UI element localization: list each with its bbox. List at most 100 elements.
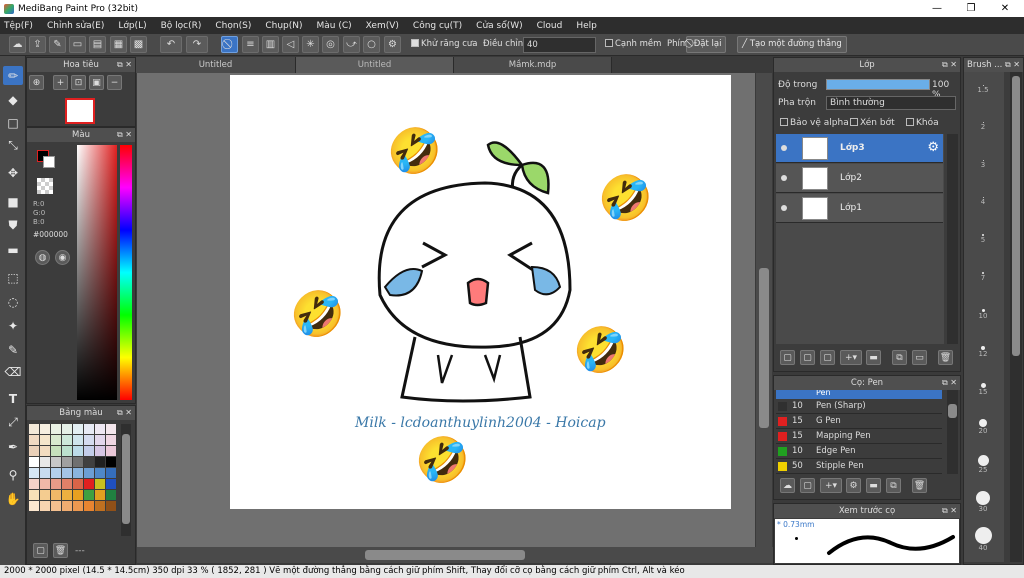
panel-close-icon[interactable]: ⧉ ✕ xyxy=(1005,58,1020,72)
clip-checkbox[interactable]: Xén bớt xyxy=(850,118,895,128)
reset-button[interactable]: ⃠ Đặt lại xyxy=(686,36,727,53)
menu-color[interactable]: Màu (C) xyxy=(317,21,352,31)
color-swatch[interactable] xyxy=(106,457,116,467)
new-8bit-layer-icon[interactable]: ▢ xyxy=(820,350,835,365)
panel-close-icon[interactable]: ⧉ ✕ xyxy=(942,376,957,390)
menu-help[interactable]: Help xyxy=(576,21,597,31)
visibility-icon[interactable] xyxy=(781,145,787,151)
brush-item[interactable]: 15 Mapping Pen xyxy=(776,429,942,444)
menu-window[interactable]: Cửa sổ(W) xyxy=(476,21,522,31)
palette-icon[interactable]: ◍ xyxy=(35,250,50,265)
eraser-tool-icon[interactable]: ◆ xyxy=(3,90,23,109)
layer-item[interactable]: Lớp1 xyxy=(776,194,943,223)
minimize-button[interactable]: — xyxy=(920,0,954,17)
zoom-icon[interactable]: ⊕ xyxy=(29,75,44,90)
select-eraser-icon[interactable]: ⌫ xyxy=(3,362,23,381)
horizontal-scrollbar[interactable] xyxy=(137,547,773,563)
lasso-tool-icon[interactable]: ◌ xyxy=(3,292,23,311)
menu-snap[interactable]: Chụp(N) xyxy=(265,21,302,31)
parallel-snap-icon[interactable]: ≡ xyxy=(242,36,259,53)
share-icon[interactable]: ⇪ xyxy=(29,36,46,53)
dot-tool-icon[interactable]: □ xyxy=(3,113,23,132)
brush-item-selected[interactable]: Pen xyxy=(776,390,942,399)
color-swatch[interactable] xyxy=(84,490,94,500)
saturation-value-picker[interactable] xyxy=(77,145,117,400)
color-swatch[interactable] xyxy=(51,435,61,445)
brush-size-option[interactable]: 30 xyxy=(964,489,1002,513)
select-pen-icon[interactable]: ✎ xyxy=(3,340,23,359)
transparent-color-swatch[interactable] xyxy=(37,178,53,194)
menu-edit[interactable]: Chỉnh sửa(E) xyxy=(47,21,104,31)
color-swatch[interactable] xyxy=(51,490,61,500)
radial-snap-icon[interactable]: ✳ xyxy=(302,36,319,53)
panel-close-icon[interactable]: ⧉ ✕ xyxy=(942,58,957,72)
fit-icon[interactable]: ⊡ xyxy=(71,75,86,90)
brush-size-option[interactable]: 15 xyxy=(964,376,1002,396)
brush-item[interactable]: 10 Edge Pen xyxy=(776,444,942,459)
text-tool-icon[interactable]: T xyxy=(3,389,23,408)
cross-snap-icon[interactable]: ▥ xyxy=(262,36,279,53)
eyedropper-tool-icon[interactable]: ⚲ xyxy=(3,465,23,484)
gear-icon[interactable]: ⚙ xyxy=(927,140,939,155)
color-swatch[interactable] xyxy=(106,468,116,478)
color-swatch[interactable] xyxy=(51,424,61,434)
color-swatch[interactable] xyxy=(29,446,39,456)
opacity-slider[interactable] xyxy=(826,79,930,90)
zoom-in-icon[interactable]: + xyxy=(53,75,68,90)
color-swatch[interactable] xyxy=(73,490,83,500)
color-swatch[interactable] xyxy=(73,468,83,478)
new-halftone-layer-icon[interactable]: ▢ xyxy=(800,350,815,365)
color-swatch[interactable] xyxy=(51,501,61,511)
color-swatch[interactable] xyxy=(29,457,39,467)
color-swatch[interactable] xyxy=(62,457,72,467)
panel-close-icon[interactable]: ⧉ ✕ xyxy=(117,128,132,142)
magic-wand-icon[interactable]: ✦ xyxy=(3,316,23,335)
color-swatch[interactable] xyxy=(40,446,50,456)
drawing-canvas[interactable]: 🤣 🤣 🤣 🤣 🤣 Milk - lcdoanthuylinh2004 - Ho… xyxy=(230,75,731,509)
brush-scrollbar[interactable] xyxy=(947,390,958,474)
menu-view[interactable]: Xem(V) xyxy=(366,21,399,31)
color-swatch[interactable] xyxy=(62,501,72,511)
color-picker-icon[interactable]: ◉ xyxy=(55,250,70,265)
color-swatch[interactable] xyxy=(73,479,83,489)
blend-mode-select[interactable]: Bình thường xyxy=(826,96,956,110)
color-swatch[interactable] xyxy=(51,457,61,467)
color-swatch[interactable] xyxy=(73,501,83,511)
brush-size-option[interactable]: 1.5 xyxy=(964,76,1002,94)
divide-tool-icon[interactable]: ✒ xyxy=(3,437,23,456)
visibility-icon[interactable] xyxy=(781,205,787,211)
color-swatch[interactable] xyxy=(95,424,105,434)
folder-icon[interactable]: ▬ xyxy=(866,350,881,365)
brush-item[interactable]: 15 G Pen xyxy=(776,414,942,429)
color-swatch[interactable] xyxy=(73,446,83,456)
chat-icon[interactable]: ▭ xyxy=(69,36,86,53)
tab-mamk[interactable]: Mầmk.mdp xyxy=(454,57,612,73)
color-swatch[interactable] xyxy=(62,435,72,445)
brush-size-option[interactable]: 40 xyxy=(964,526,1002,552)
protect-alpha-checkbox[interactable]: Bảo vệ alpha xyxy=(780,118,849,128)
color-swatch[interactable] xyxy=(84,479,94,489)
actual-size-icon[interactable]: ▣ xyxy=(89,75,104,90)
redo-icon[interactable]: ↷ xyxy=(186,36,208,53)
navigator-thumbnail[interactable] xyxy=(65,98,95,124)
cloud-brush-icon[interactable]: ☁ xyxy=(780,478,795,493)
color-swatch[interactable] xyxy=(29,501,39,511)
color-swatch[interactable] xyxy=(29,435,39,445)
new-palette-icon[interactable]: ▢ xyxy=(33,543,48,558)
layer-scrollbar[interactable] xyxy=(947,134,958,344)
curve-snap-icon[interactable]: ⤻ xyxy=(343,36,360,53)
fill-rect-tool-icon[interactable]: ■ xyxy=(3,192,23,211)
add-brush-menu-icon[interactable]: +▾ xyxy=(820,478,842,493)
add-layer-menu-icon[interactable]: +▾ xyxy=(840,350,862,365)
color-swatch[interactable] xyxy=(84,424,94,434)
brush-size-option[interactable]: 20 xyxy=(964,414,1002,435)
color-swatch[interactable] xyxy=(95,446,105,456)
color-swatch[interactable] xyxy=(84,435,94,445)
new-brush-icon[interactable]: ▢ xyxy=(800,478,815,493)
panel-close-icon[interactable]: ⧉ ✕ xyxy=(117,406,132,420)
color-swatch[interactable] xyxy=(84,457,94,467)
menu-filter[interactable]: Bộ lọc(R) xyxy=(161,21,202,31)
color-swatch[interactable] xyxy=(95,468,105,478)
menu-file[interactable]: Tệp(F) xyxy=(4,21,33,31)
gradient-tool-icon[interactable]: ▬ xyxy=(3,240,23,259)
